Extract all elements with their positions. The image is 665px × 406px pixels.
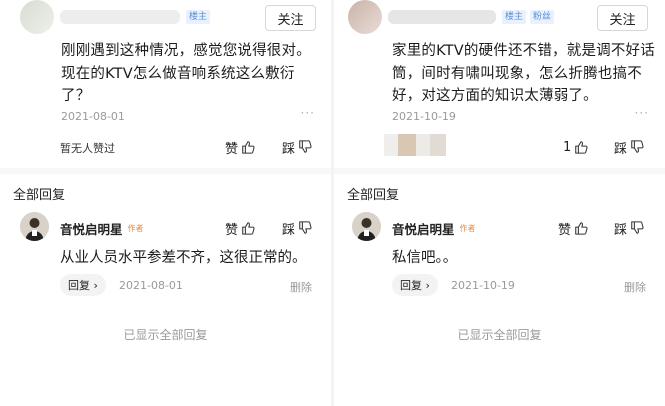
- dislike-action[interactable]: 踩: [282, 137, 312, 157]
- follow-button[interactable]: 关注: [265, 5, 316, 31]
- reply-text: 从业人员水平参差不齐，这很正常的。: [60, 250, 307, 266]
- like-label: 赞: [558, 222, 572, 238]
- fan-tag: 粉丝: [530, 10, 555, 24]
- thumbs-up-icon: [242, 222, 255, 235]
- commenter-avatar[interactable]: [20, 0, 54, 34]
- commenter-avatar[interactable]: [348, 0, 382, 34]
- reply-avatar[interactable]: [20, 212, 49, 241]
- commenter-header: 楼主 粉丝: [348, 0, 558, 34]
- thumbs-down-icon: [299, 221, 312, 234]
- follow-button[interactable]: 关注: [597, 5, 648, 31]
- reply-date: 2021-10-19: [451, 279, 515, 292]
- reply-author[interactable]: 音悦启明星 作者: [392, 219, 476, 238]
- dislike-action[interactable]: 踩: [614, 137, 644, 157]
- thumbs-down-icon: [299, 140, 312, 153]
- reply-dislike-action[interactable]: 踩: [614, 218, 644, 238]
- commenter-name-blurred: [60, 10, 180, 24]
- thumbs-up-icon: [242, 141, 255, 154]
- like-label: 赞: [225, 222, 239, 238]
- all-replies-heading: 全部回复: [13, 188, 66, 203]
- reply-author[interactable]: 音悦启明星 作者: [60, 219, 144, 238]
- all-replies-heading: 全部回复: [347, 188, 400, 203]
- all-replies-shown-text: 已显示全部回复: [123, 328, 208, 342]
- delete-button[interactable]: 删除: [290, 279, 312, 295]
- section-divider: [0, 168, 331, 174]
- dislike-label: 踩: [282, 141, 296, 157]
- thumbs-down-icon: [631, 221, 644, 234]
- thumbs-down-icon: [631, 140, 644, 153]
- reply-like-action[interactable]: 赞: [225, 218, 255, 238]
- person-avatar-icon: [20, 212, 49, 241]
- like-action[interactable]: 1: [563, 137, 588, 157]
- commenter-name-blurred: [388, 10, 496, 24]
- more-options-icon[interactable]: ···: [301, 106, 315, 120]
- all-replies-shown-text: 已显示全部回复: [457, 328, 542, 342]
- comment-panel-right: 楼主 粉丝 关注 家里的KTV的硬件还不错，就是调不好话筒，间时有啸叫现象，怎么…: [334, 0, 665, 406]
- person-avatar-icon: [352, 212, 381, 241]
- reply-dislike-action[interactable]: 踩: [282, 218, 312, 238]
- thumbs-up-icon: [575, 222, 588, 235]
- more-options-icon[interactable]: ···: [635, 106, 649, 120]
- section-divider: [334, 168, 665, 174]
- op-tag: 楼主: [186, 10, 211, 24]
- op-tag: 楼主: [502, 10, 527, 24]
- likers-text: 暂无人赞过: [60, 142, 115, 155]
- commenter-header: 楼主: [20, 0, 214, 34]
- reply-author-name: 音悦启明星: [60, 222, 123, 237]
- reply-author-name: 音悦启明星: [392, 222, 455, 237]
- comment-date: 2021-08-01: [61, 110, 125, 123]
- like-count: 1: [563, 139, 572, 155]
- reply-text: 私信吧。。: [392, 250, 458, 266]
- reply-like-action[interactable]: 赞: [558, 218, 588, 238]
- delete-button[interactable]: 删除: [624, 279, 646, 295]
- dislike-label: 踩: [614, 222, 628, 238]
- comment-panel-left: 楼主 关注 刚刚遇到这种情况，感觉您说得很对。现在的KTV怎么做音响系统这么敷衍…: [0, 0, 331, 406]
- comment-text: 刚刚遇到这种情况，感觉您说得很对。现在的KTV怎么做音响系统这么敷衍了？: [61, 43, 311, 104]
- like-label: 赞: [225, 141, 239, 157]
- author-tag: 作者: [459, 224, 476, 233]
- reply-button[interactable]: 回复 ›: [60, 274, 106, 296]
- dislike-label: 踩: [614, 141, 628, 157]
- like-action[interactable]: 赞: [225, 137, 255, 157]
- reply-date: 2021-08-01: [119, 279, 183, 292]
- thumbs-up-icon: [575, 141, 588, 154]
- liker-avatars-blurred[interactable]: [384, 134, 446, 156]
- comment-text: 家里的KTV的硬件还不错，就是调不好话筒，间时有啸叫现象，怎么折腾也搞不好，对这…: [392, 43, 655, 104]
- reply-button[interactable]: 回复 ›: [392, 274, 438, 296]
- comment-date: 2021-10-19: [392, 110, 456, 123]
- reply-avatar[interactable]: [352, 212, 381, 241]
- author-tag: 作者: [127, 224, 144, 233]
- dislike-label: 踩: [282, 222, 296, 238]
